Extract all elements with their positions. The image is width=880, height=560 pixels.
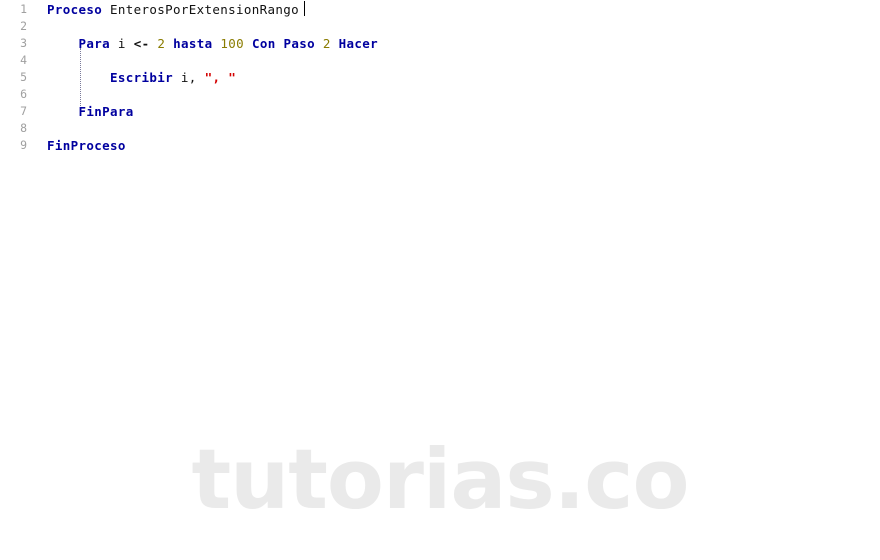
line-number: 6 [20, 87, 27, 101]
code-token-kw: Hacer [338, 36, 379, 51]
code-line[interactable]: 9 FinProceso [0, 137, 880, 154]
code-line-text[interactable]: Para i <- 2 hasta 100 Con Paso 2 Hacer [47, 35, 378, 52]
code-line[interactable]: 3 Para i <- 2 hasta 100 Con Paso 2 Hacer [0, 35, 880, 52]
code-line[interactable]: 6 [0, 86, 880, 103]
line-number: 9 [20, 138, 27, 152]
code-token-num: 2 [322, 36, 331, 51]
line-number: 5 [20, 70, 27, 84]
code-token-kw: hasta [173, 36, 213, 51]
code-token-kw: Con [251, 36, 276, 51]
code-token-id: EnterosPorExtensionRango [110, 2, 300, 17]
code-line[interactable]: 2 [0, 18, 880, 35]
code-token-kw: FinProceso [47, 138, 126, 153]
code-token-kw: Escribir [110, 70, 174, 85]
code-token-id: i [117, 36, 126, 51]
line-number: 7 [20, 104, 27, 118]
code-token-num: 100 [220, 36, 245, 51]
code-line[interactable]: 4 [0, 52, 880, 69]
code-token-op: <- [133, 36, 150, 51]
line-number: 3 [20, 36, 27, 50]
text-caret [304, 1, 305, 16]
code-editor[interactable]: 1 Proceso EnterosPorExtensionRango 2 3 Para… [0, 0, 880, 560]
code-token-kw: FinPara [78, 104, 134, 119]
code-line[interactable]: 5 Escribir i, ", " [0, 69, 880, 86]
code-line[interactable]: 7 FinPara [0, 103, 880, 120]
code-line[interactable]: 1 Proceso EnterosPorExtensionRango [0, 1, 880, 18]
code-token-kw: Paso [283, 36, 315, 51]
code-token-id: i, [180, 70, 197, 85]
code-line[interactable]: 8 [0, 120, 880, 137]
code-line-text[interactable]: Escribir i, ", " [47, 69, 236, 86]
watermark-tutorias-co: tutorias.co [191, 431, 689, 528]
line-number: 4 [20, 53, 27, 67]
code-token-kw: Proceso [47, 2, 103, 17]
indent-guide-line [80, 48, 82, 106]
line-number: 1 [20, 2, 27, 16]
code-line-text[interactable]: FinProceso [47, 137, 126, 154]
line-number: 2 [20, 19, 27, 33]
line-number: 8 [20, 121, 27, 135]
code-area[interactable]: 1 Proceso EnterosPorExtensionRango 2 3 Para… [0, 0, 880, 154]
code-token-kw: Para [78, 36, 111, 51]
code-line-text[interactable]: FinPara [47, 103, 134, 120]
code-token-str: ", " [204, 70, 237, 85]
code-line-text[interactable]: Proceso EnterosPorExtensionRango [47, 1, 299, 18]
